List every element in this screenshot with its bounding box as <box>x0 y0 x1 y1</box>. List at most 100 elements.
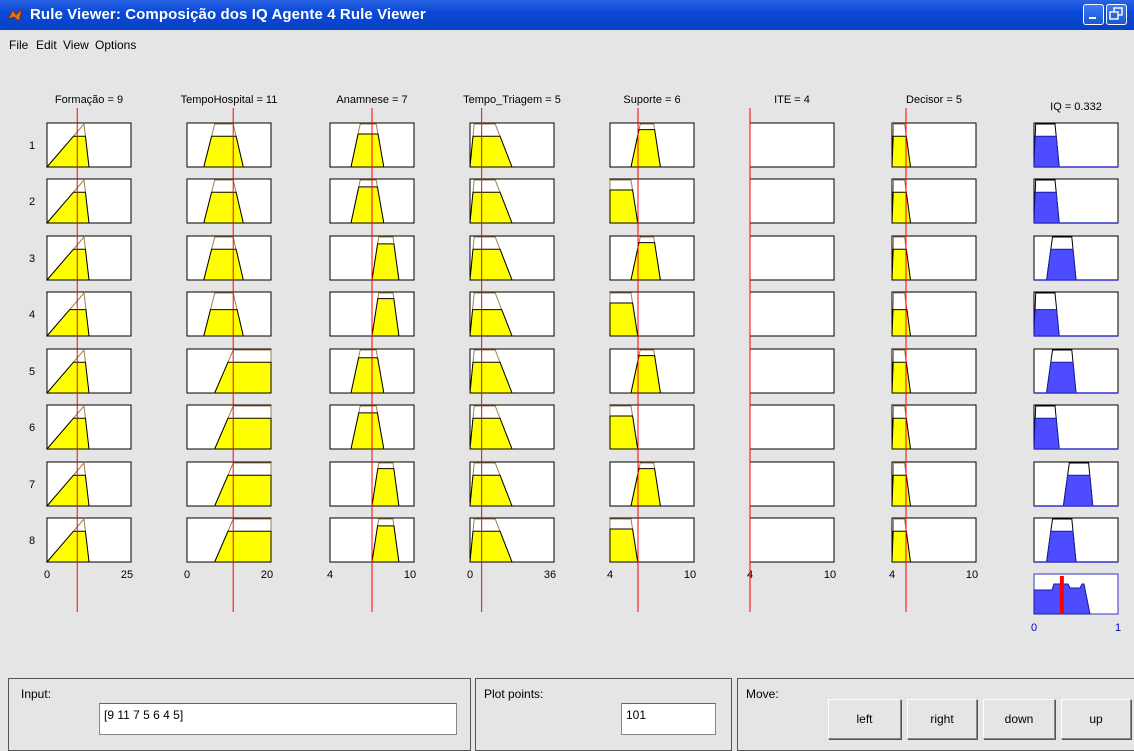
rule-1-output-plot[interactable] <box>1033 122 1119 168</box>
aggregated-output-plot[interactable] <box>1033 573 1119 615</box>
input-heading-2: Anamnese = 7 <box>336 94 407 106</box>
mf-plot-box <box>749 235 835 281</box>
rule-2-output-plot[interactable] <box>1033 178 1119 224</box>
rule-3-input-7-plot[interactable] <box>891 235 977 281</box>
plot-points-label: Plot points: <box>484 687 544 701</box>
rule-plots-canvas[interactable]: Formação = 9 TempoHospital = 11 Anamnese =… <box>0 58 1134 678</box>
rule-3-input-1-plot[interactable] <box>45 235 132 281</box>
rule-7-input-1-plot[interactable] <box>45 461 132 507</box>
membership-function-fill <box>609 189 639 224</box>
rule-3-output-plot[interactable] <box>1033 235 1119 281</box>
rule-4-input-2-plot[interactable] <box>186 291 272 337</box>
rule-1-input-4-plot[interactable] <box>469 122 555 168</box>
rule-2-input-6-plot[interactable] <box>749 178 835 224</box>
input-heading-5: ITE = 4 <box>774 94 810 106</box>
rule-7-input-7-plot[interactable] <box>891 461 977 507</box>
input-2-axis-min: 0 <box>184 569 190 581</box>
rule-3-input-6-plot[interactable] <box>749 235 835 281</box>
rule-1-input-2-plot[interactable] <box>186 122 272 168</box>
rule-6-input-5-plot[interactable] <box>609 404 695 450</box>
rule-4-input-6-plot[interactable] <box>749 291 835 337</box>
menu-view[interactable]: View <box>63 38 89 52</box>
move-left-button[interactable]: left <box>828 699 901 739</box>
rule-8-input-6-plot[interactable] <box>749 517 835 563</box>
rule-6-output-plot[interactable] <box>1033 404 1119 450</box>
rule-6-input-6-plot[interactable] <box>749 404 835 450</box>
rule-6-input-7-plot[interactable] <box>891 404 977 450</box>
rule-number-2: 2 <box>29 196 35 208</box>
rule-7-input-2-plot[interactable] <box>186 461 272 507</box>
membership-function-fill <box>609 415 639 450</box>
move-up-button[interactable]: up <box>1061 699 1131 739</box>
rule-7-input-6-plot[interactable] <box>749 461 835 507</box>
rule-6-input-1-plot[interactable] <box>45 404 132 450</box>
rule-5-input-1-plot[interactable] <box>45 348 132 394</box>
output-mf-fill <box>1033 309 1060 337</box>
minimize-icon <box>1089 17 1096 19</box>
window-title: Rule Viewer: Composição dos IQ Agente 4 … <box>30 6 426 23</box>
input-1-axis-max: 25 <box>121 569 133 581</box>
rule-8-input-1-plot[interactable] <box>45 517 132 563</box>
input-heading-6: Decisor = 5 <box>906 94 962 106</box>
rule-3-input-4-plot[interactable] <box>469 235 555 281</box>
input-7-axis-max: 10 <box>966 569 978 581</box>
rule-8-input-5-plot[interactable] <box>609 517 695 563</box>
rule-8-input-4-plot[interactable] <box>469 517 555 563</box>
rule-4-input-1-plot[interactable] <box>45 291 132 337</box>
restore-button[interactable] <box>1106 4 1127 25</box>
rule-1-input-1-plot[interactable] <box>45 122 132 168</box>
restore-icon <box>1109 7 1123 20</box>
input-field[interactable]: [9 11 7 5 6 4 5] <box>99 703 457 735</box>
input-heading-0: Formação = 9 <box>55 94 123 106</box>
rule-6-input-4-plot[interactable] <box>469 404 555 450</box>
rule-5-input-5-plot[interactable] <box>609 348 695 394</box>
move-label: Move: <box>746 687 779 701</box>
rule-7-output-plot[interactable] <box>1033 461 1119 507</box>
rule-8-input-2-plot[interactable] <box>186 517 272 563</box>
rule-number-1: 1 <box>29 140 35 152</box>
matlab-icon <box>7 7 23 22</box>
rule-7-input-4-plot[interactable] <box>469 461 555 507</box>
mf-plot-box <box>749 517 835 563</box>
rule-2-input-1-plot[interactable] <box>45 178 132 224</box>
rule-7-input-5-plot[interactable] <box>609 461 695 507</box>
rule-3-input-2-plot[interactable] <box>186 235 272 281</box>
rule-2-input-2-plot[interactable] <box>186 178 272 224</box>
rule-4-input-5-plot[interactable] <box>609 291 695 337</box>
move-right-button[interactable]: right <box>907 699 977 739</box>
rule-4-output-plot[interactable] <box>1033 291 1119 337</box>
input-label: Input: <box>21 687 52 701</box>
rule-5-input-6-plot[interactable] <box>749 348 835 394</box>
menu-options[interactable]: Options <box>95 38 136 52</box>
plot-points-field[interactable]: 101 <box>621 703 716 735</box>
rule-1-input-7-plot[interactable] <box>891 122 977 168</box>
input-3-axis-max: 10 <box>404 569 416 581</box>
input-1-axis-min: 0 <box>44 569 50 581</box>
rule-8-output-plot[interactable] <box>1033 517 1119 563</box>
rule-8-input-7-plot[interactable] <box>891 517 977 563</box>
output-mf-fill <box>1033 135 1060 168</box>
minimize-button[interactable] <box>1083 4 1104 25</box>
rule-2-input-5-plot[interactable] <box>609 178 695 224</box>
title-bar: Rule Viewer: Composição dos IQ Agente 4 … <box>0 0 1134 30</box>
rule-4-input-4-plot[interactable] <box>469 291 555 337</box>
rule-2-input-4-plot[interactable] <box>469 178 555 224</box>
membership-function-fill <box>891 309 912 337</box>
rule-5-input-7-plot[interactable] <box>891 348 977 394</box>
rule-plots-area[interactable]: Formação = 9 TempoHospital = 11 Anamnese =… <box>0 58 1134 678</box>
rule-5-input-4-plot[interactable] <box>469 348 555 394</box>
output-mf-fill <box>1062 474 1094 507</box>
rule-2-input-7-plot[interactable] <box>891 178 977 224</box>
menu-file[interactable]: File <box>9 38 28 52</box>
output-mf-fill <box>1033 417 1060 450</box>
rule-5-output-plot[interactable] <box>1033 348 1119 394</box>
rule-5-input-2-plot[interactable] <box>186 348 272 394</box>
rule-number-6: 6 <box>29 422 35 434</box>
move-down-button[interactable]: down <box>983 699 1055 739</box>
rule-1-input-5-plot[interactable] <box>609 122 695 168</box>
rule-4-input-7-plot[interactable] <box>891 291 977 337</box>
rule-3-input-5-plot[interactable] <box>609 235 695 281</box>
menu-edit[interactable]: Edit <box>36 38 57 52</box>
rule-6-input-2-plot[interactable] <box>186 404 272 450</box>
rule-1-input-6-plot[interactable] <box>749 122 835 168</box>
